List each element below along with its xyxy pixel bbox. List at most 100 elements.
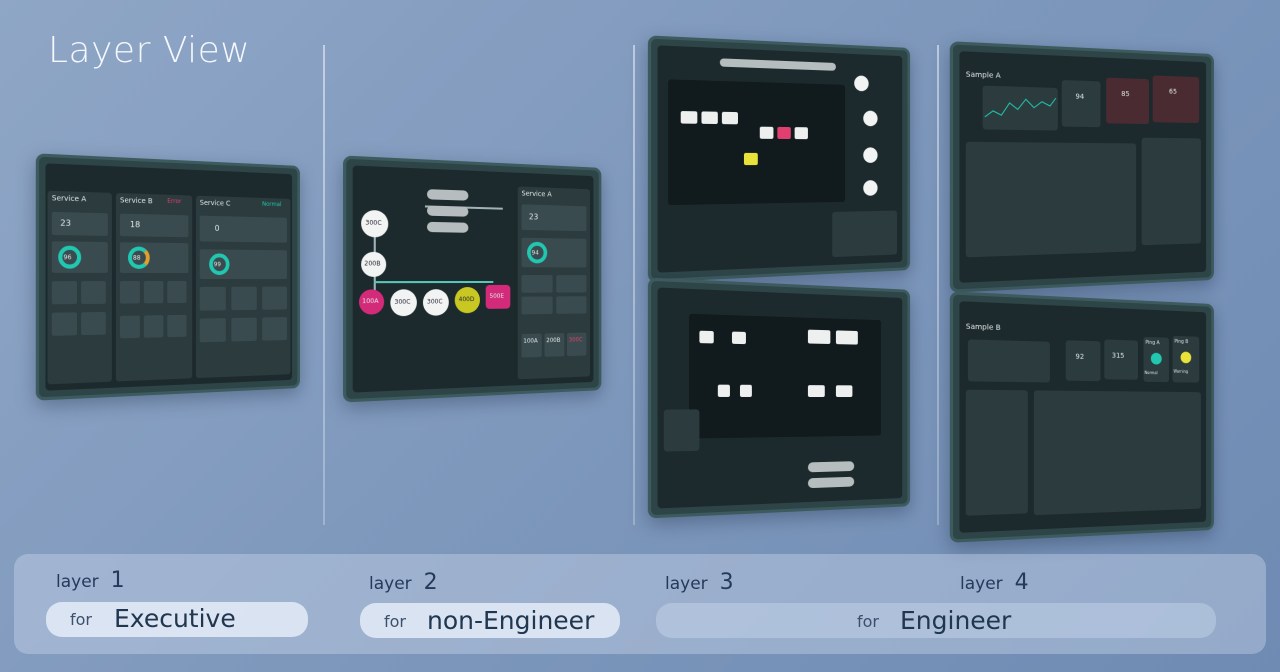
service-card-b: Service B Error 18 88 [115,193,193,382]
status-tile [167,314,187,338]
group-pill [807,461,855,473]
ping-card-a: Ping A Normal [1143,336,1169,383]
log-table [1033,390,1201,516]
gauge-tile: 94 [521,237,587,268]
device-box [717,384,730,397]
layer-number: 3 [719,570,734,595]
executive-dashboard-screen: Service A 23 96 Service B Error 18 88 Se… [35,153,300,401]
service-name: Service B [119,196,153,206]
status-tile [262,317,287,341]
metric-card: 94 [1061,80,1101,128]
network-inset [663,409,700,452]
service-card-c: Service C Normal 0 99 [195,195,291,379]
layer-number: 2 [423,570,438,595]
node-label: 300C [394,298,411,306]
gauge-tile: 88 [119,242,189,274]
metric-card: 85 [1106,77,1150,125]
region-tile: 300C [567,332,587,357]
ping-status: Warning [1173,368,1189,374]
device-box [807,329,831,344]
service-name: Service A [51,194,87,204]
device-box [777,126,791,140]
device-box [807,385,825,398]
layer-number: 1 [110,568,125,593]
layer-1-heading: layer 1 [56,568,125,593]
region-tile: 200B [544,333,565,357]
device-box [721,111,738,125]
layer-word: layer [960,574,1003,594]
sample-title: Sample A [965,70,1001,80]
device-box [759,126,774,139]
divider [633,45,635,525]
status-tile [119,315,140,339]
gauge-value: 94 [531,249,539,257]
node-label: 400D [458,296,475,304]
node-100a: 100A [358,289,385,315]
panel-title: Service A [521,189,552,199]
audience-label: non-Engineer [427,606,595,635]
ping-status: Normal [1144,370,1158,376]
sample-title: Sample B [965,322,1001,333]
layer-word: layer [369,574,412,594]
node-label: 300C [426,298,443,306]
engineer-metrics-screen-bottom: Sample B 92 315 Ping A Normal Ping B War… [949,291,1214,543]
device-box [743,152,758,166]
node-200b: 200B [361,251,387,277]
layer-word: layer [56,572,99,592]
for-label: for [70,610,92,629]
device-box [731,331,746,345]
trend-chart [983,85,1058,131]
metric-value: 94 [1075,92,1085,101]
node-500e: 500E [485,284,511,309]
map-area [668,79,846,206]
divider [937,45,939,525]
gauge-value: 99 [213,261,221,269]
status-tile [199,318,226,343]
service-panel: Service A 23 94 100A 200B 300C [517,186,591,380]
status-tile [51,312,78,336]
status-tile [119,281,140,304]
search-pill[interactable] [719,58,836,71]
count-value: 0 [214,223,220,233]
engineer-network-screen-bottom [647,277,911,519]
function-tile [556,296,587,314]
gauge-value: 96 [63,253,72,262]
status-tile [81,311,106,336]
device-box [835,330,858,345]
gauge-tile: 99 [199,249,287,279]
device-box [680,111,698,124]
node-300c: 300C [361,209,389,238]
function-tile [521,296,553,315]
function-tile [521,275,553,293]
server-node [854,75,869,92]
page-title: Layer View [48,30,251,71]
log-table [965,141,1137,258]
metric-card: 65 [1152,75,1200,124]
non-engineer-topology-screen: 300C 200B 100A 300C 300C 400D 500E Servi… [343,155,602,403]
for-label: for [857,612,879,631]
status-tile [231,286,257,311]
metric-value: 92 [1075,352,1085,361]
gauge-tile: 96 [51,241,108,273]
device-box [835,385,853,398]
status-tile [231,317,257,342]
dashboard-body: Service A 23 96 Service B Error 18 88 Se… [45,163,293,391]
tile-label: 300C [568,336,583,344]
metrics-body: Sample A 94 85 65 [959,51,1207,283]
layer-number: 4 [1014,570,1029,595]
region-tile: 100A [521,333,542,358]
interface-list [1141,137,1201,246]
error-badge: Error [167,197,182,206]
ping-label: Ping A [1145,339,1160,347]
for-label: for [384,612,406,631]
node-300c: 300C [422,289,449,316]
network-map [657,287,903,509]
engineer-network-screen-top [647,35,911,283]
divider [323,45,325,525]
count-tile: 0 [199,215,287,243]
ping-card-b: Ping B Warning [1172,335,1200,383]
server-node [863,180,878,196]
server-node [863,110,878,127]
engineer-metrics-screen-top: Sample A 94 85 65 [949,41,1214,293]
device-box [794,127,808,140]
